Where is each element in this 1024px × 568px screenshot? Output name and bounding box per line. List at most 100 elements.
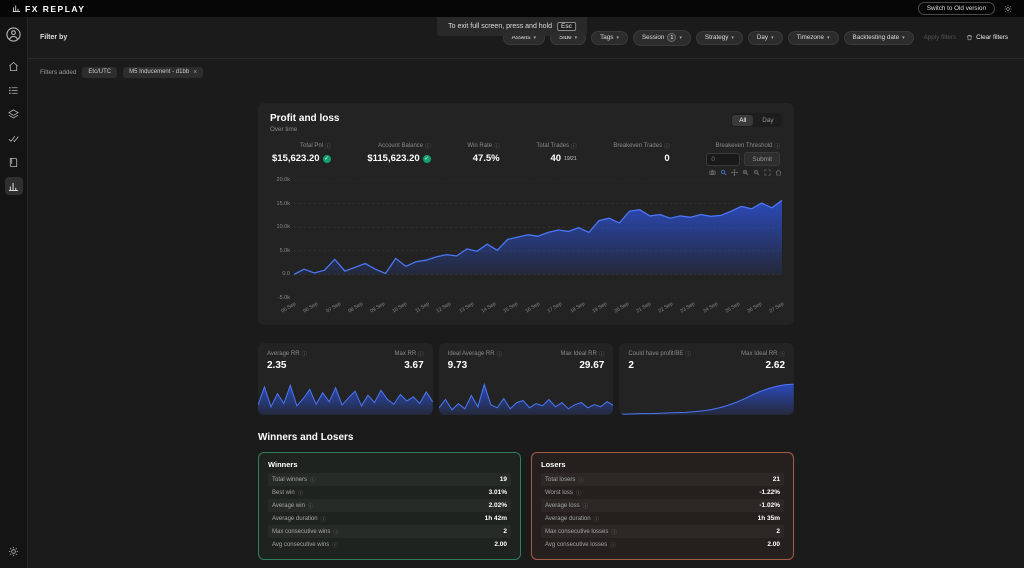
row-value: 2 (776, 528, 780, 535)
filter-strategy-dropdown[interactable]: Strategy ▾ (695, 30, 743, 45)
info-circle-icon[interactable]: ⓘ (425, 142, 431, 150)
row-label: Average duration (545, 515, 591, 522)
info-circle-icon[interactable]: ⓘ (308, 502, 314, 510)
pan-icon[interactable] (731, 169, 738, 178)
table-row: Total winners ⓘ 19 (268, 473, 511, 486)
metric-value: 2 (628, 360, 634, 371)
reset-axes-home-icon[interactable] (775, 169, 782, 178)
info-circle-icon[interactable]: ⓘ (594, 515, 600, 523)
x-tick-label: 17 Sep (546, 301, 564, 315)
book-icon[interactable] (5, 153, 23, 171)
app-logo[interactable]: FX REPLAY (12, 4, 85, 14)
info-circle-icon[interactable]: ⓘ (578, 476, 584, 484)
average-rr-chart[interactable] (258, 382, 433, 415)
x-tick-label: 05 Sep (280, 301, 298, 315)
info-circle-icon[interactable]: ⓘ (780, 350, 786, 358)
info-circle-icon[interactable]: ⓘ (685, 350, 691, 358)
ideal-average-rr-card: Ideal Average RR ⓘ Max Ideal RR ⓘ 9.73 29.… (438, 343, 614, 415)
bar-chart-icon[interactable] (4, 177, 23, 195)
toggle-all-button[interactable]: All (732, 114, 754, 126)
info-circle-icon[interactable]: ⓘ (298, 489, 304, 497)
toggle-day-button[interactable]: Day (755, 115, 780, 126)
info-circle-icon[interactable]: ⓘ (310, 476, 316, 484)
info-circle-icon[interactable]: ⓘ (610, 541, 616, 549)
pnl-stats-row: Total Pnl ⓘ $15,623.20 ✓ Account Balance ⓘ … (270, 142, 782, 166)
double-check-icon[interactable] (5, 129, 23, 147)
tag-label: M5 Inducement - d1bb (129, 69, 190, 75)
info-circle-icon[interactable]: ⓘ (497, 350, 503, 358)
x-tick-label: 19 Sep (591, 301, 608, 315)
list-icon[interactable] (5, 81, 23, 99)
switch-old-version-button[interactable]: Switch to Old version (917, 2, 995, 15)
stat-value: $15,623.20 (272, 153, 320, 164)
zoom-in-icon[interactable] (742, 169, 749, 178)
table-row: Total losers ⓘ 21 (541, 473, 784, 486)
info-circle-icon[interactable]: ⓘ (571, 142, 577, 150)
apply-filters-button[interactable]: Apply filters (924, 34, 957, 41)
breakeven-threshold-input[interactable] (706, 152, 741, 166)
y-tick-label: 20.0k (276, 177, 290, 183)
y-tick-label: 10.0k (276, 224, 290, 231)
info-circle-icon[interactable]: ⓘ (333, 528, 339, 536)
table-row: Max consecutive wins ⓘ 2 (268, 525, 511, 538)
row-value: 2.00 (494, 541, 507, 548)
dropdown-label: Timezone (796, 34, 825, 41)
row-label: Average win (272, 502, 305, 509)
metric-label: Ideal Average RR (447, 351, 495, 357)
info-circle-icon[interactable]: ⓘ (418, 350, 424, 358)
theme-toggle-icon[interactable] (1004, 4, 1012, 13)
info-circle-icon[interactable]: ⓘ (325, 142, 331, 150)
info-circle-icon[interactable]: ⓘ (576, 489, 582, 497)
user-icon[interactable] (5, 25, 23, 43)
pnl-title: Profit and loss (270, 113, 340, 124)
x-tick-label: 12 Sep (435, 301, 453, 315)
metric-label: Average RR (267, 351, 300, 357)
camera-icon[interactable] (709, 169, 716, 178)
row-value: 21 (772, 476, 780, 483)
filter-timezone-dropdown[interactable]: Timezone ▾ (787, 30, 839, 45)
info-circle-icon[interactable]: ⓘ (774, 142, 780, 150)
filter-day-dropdown[interactable]: Day ▾ (747, 30, 783, 45)
metric-value: 29.67 (579, 360, 605, 371)
ideal-average-rr-chart[interactable] (438, 382, 614, 415)
info-circle-icon[interactable]: ⓘ (664, 142, 670, 150)
losers-card: Losers Total losers ⓘ 21 Worst loss ⓘ -1.22%… (531, 452, 794, 560)
filter-tags-dropdown[interactable]: Tags ▾ (591, 30, 628, 45)
info-circle-icon[interactable]: ⓘ (321, 515, 327, 523)
metric-value: 3.67 (404, 360, 424, 371)
topbar-right: Switch to Old version (917, 2, 1012, 15)
zoom-icon[interactable] (720, 169, 727, 178)
could-have-profit-chart[interactable] (619, 382, 795, 415)
filter-tag-timezone[interactable]: Etc/UTC (82, 66, 118, 78)
info-circle-icon[interactable]: ⓘ (611, 528, 617, 536)
table-row: Average win ⓘ 2.02% (268, 499, 511, 512)
info-circle-icon[interactable]: ⓘ (302, 350, 308, 358)
gear-icon[interactable] (5, 542, 23, 560)
info-circle-icon[interactable]: ⓘ (332, 541, 338, 549)
submit-button[interactable]: Submit (744, 152, 780, 166)
clear-filters-button[interactable]: Clear filters (966, 34, 1008, 41)
equity-chart[interactable] (294, 180, 782, 298)
filter-backtesting-date-dropdown[interactable]: Backtesting date ▾ (843, 30, 914, 45)
row-value: -1.02% (759, 502, 780, 509)
layers-icon[interactable] (5, 105, 23, 123)
row-value: 2 (503, 528, 507, 535)
x-tick-label: 15 Sep (502, 301, 520, 315)
filter-tag-strategy[interactable]: M5 Inducement - d1bb × (123, 66, 204, 78)
filter-session-dropdown[interactable]: Session 1 ▾ (632, 29, 691, 46)
stat-label: Win Rate (467, 143, 493, 149)
autoscale-icon[interactable] (764, 169, 771, 178)
check-circle-icon: ✓ (422, 154, 431, 163)
info-circle-icon[interactable]: ⓘ (494, 142, 500, 150)
zoom-out-icon[interactable] (753, 169, 760, 178)
row-label: Avg consecutive losses (545, 541, 608, 548)
stat-account-balance: Account Balance ⓘ $115,623.20 ✓ (367, 142, 431, 166)
x-tick-label: 25 Sep (724, 301, 741, 315)
info-circle-icon[interactable]: ⓘ (599, 350, 605, 358)
close-x-icon[interactable]: × (193, 69, 197, 76)
info-circle-icon[interactable]: ⓘ (583, 502, 589, 510)
chevron-down-icon: ▾ (679, 34, 682, 41)
home-icon[interactable] (5, 57, 23, 75)
x-tick-label: 10 Sep (391, 301, 409, 315)
table-row: Avg consecutive wins ⓘ 2.00 (268, 538, 511, 551)
